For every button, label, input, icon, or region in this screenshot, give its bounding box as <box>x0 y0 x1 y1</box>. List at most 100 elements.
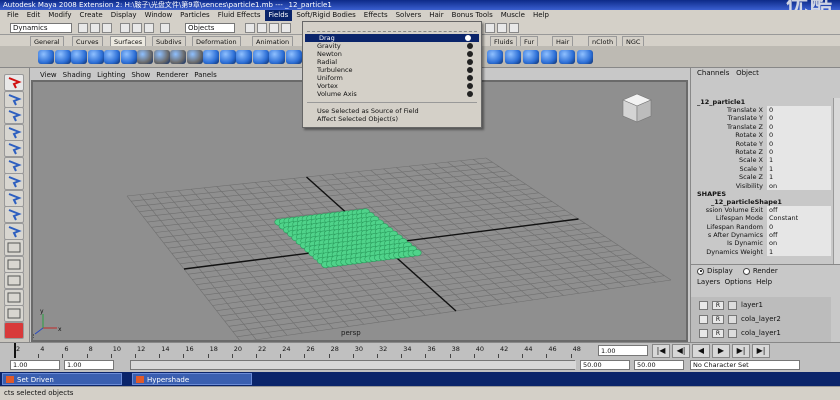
play-backward-button[interactable]: ▶ <box>712 344 730 358</box>
menu-item-volume-axis[interactable]: Volume Axis <box>303 90 481 98</box>
select-hierarchy-icon[interactable] <box>120 23 130 33</box>
shelf-square-icon[interactable] <box>153 50 170 64</box>
channel-value[interactable]: 0 <box>767 139 831 148</box>
shelf-pencil-curve-icon[interactable] <box>186 50 203 64</box>
last-tool-icon[interactable] <box>4 222 24 240</box>
shelf-tab-deformation[interactable]: Deformation <box>192 36 241 46</box>
menu-window[interactable]: Window <box>141 10 177 21</box>
snap-point-icon[interactable] <box>269 23 279 33</box>
step-back-key-button[interactable]: ◀| <box>672 344 690 358</box>
option-box-icon[interactable] <box>467 83 473 89</box>
layout-four-icon[interactable] <box>4 255 24 273</box>
layer-color-swatch[interactable] <box>728 300 737 310</box>
go-to-end-button[interactable]: ▶| <box>752 344 770 358</box>
save-scene-icon[interactable] <box>102 23 112 33</box>
shelf-tab-general[interactable]: General <box>30 36 64 46</box>
channel-value[interactable]: off <box>767 231 831 240</box>
menu-modify[interactable]: Modify <box>44 10 75 21</box>
option-box-icon[interactable] <box>467 51 473 57</box>
range-knob[interactable] <box>131 361 576 369</box>
channel-row[interactable]: Dynamics Weight 1 <box>691 247 831 257</box>
viewport-menu-show[interactable]: Show <box>128 70 153 80</box>
viewport-menu-view[interactable]: View <box>37 70 60 80</box>
channel-value[interactable]: 1 <box>767 247 831 257</box>
menu-soft-rigid-bodies[interactable]: Soft/Rigid Bodies <box>292 10 359 21</box>
help-menu[interactable]: Help <box>756 278 772 286</box>
go-to-start-button[interactable]: |◀ <box>652 344 670 358</box>
shelf-extrude-icon[interactable] <box>252 50 269 64</box>
menu-item-radial[interactable]: Radial <box>303 58 481 66</box>
menu-help[interactable]: Help <box>529 10 553 21</box>
range-bar[interactable] <box>130 360 576 370</box>
layer-render-toggle[interactable]: R <box>712 300 724 310</box>
render-frame-icon[interactable] <box>485 23 495 33</box>
tear-off-line[interactable] <box>307 24 477 32</box>
menu-fields[interactable]: Fields <box>264 10 293 21</box>
menu-item-drag[interactable]: Drag <box>305 34 479 42</box>
shelf-tab-animation[interactable]: Animation <box>252 36 294 46</box>
shelf-tab-fluids[interactable]: Fluids <box>490 36 517 46</box>
channel-value[interactable]: 0 <box>767 131 831 140</box>
viewport-menu-shading[interactable]: Shading <box>60 70 94 80</box>
shelf-plane-icon[interactable] <box>104 50 120 64</box>
ipr-render-icon[interactable] <box>497 23 507 33</box>
menu-item-use-selected-source[interactable]: Use Selected as Source of Field <box>303 107 481 115</box>
layout-single-icon[interactable] <box>4 239 24 256</box>
shelf-cone-icon[interactable] <box>87 50 104 64</box>
snap-grid-icon[interactable] <box>245 23 255 33</box>
viewport-menu-panels[interactable]: Panels <box>191 70 220 80</box>
start-time-field[interactable]: 1.00 <box>10 360 60 370</box>
shelf-sphere-icon[interactable] <box>38 50 54 64</box>
shelf-tab-hair[interactable]: Hair <box>552 36 574 46</box>
layer-visibility-toggle[interactable] <box>699 328 708 338</box>
channel-value[interactable]: Constant <box>767 214 831 223</box>
display-radio[interactable]: Display <box>697 267 733 275</box>
render-radio[interactable]: Render <box>742 267 778 275</box>
shelf-loft-icon[interactable] <box>219 50 236 64</box>
layer-color-swatch[interactable] <box>728 328 737 338</box>
shelf-tab-ngc[interactable]: NGC <box>622 36 645 46</box>
shelf-square-surface-icon[interactable] <box>487 50 503 64</box>
shelf-tab-subdivs[interactable]: Subdivs <box>152 36 186 46</box>
shelf-cylinder-icon[interactable] <box>71 50 87 64</box>
menu-fluid-effects[interactable]: Fluid Effects <box>214 10 265 21</box>
channel-row[interactable]: Rotate Z 0 <box>691 147 831 157</box>
shelf-planar-icon[interactable] <box>236 50 252 64</box>
layout-graph-icon[interactable] <box>4 305 24 322</box>
channel-value[interactable]: 1 <box>767 156 831 165</box>
layers-menu[interactable]: Layers <box>697 278 720 286</box>
shelf-tab-fur[interactable]: Fur <box>520 36 539 46</box>
step-back-frame-button[interactable]: ◀ <box>692 344 710 358</box>
menu-bonus-tools[interactable]: Bonus Tools <box>448 10 497 21</box>
time-slider[interactable]: 2 4 6 8 10 12 14 16 18 20 22 24 26 28 30 32 34 36 38 40 42 44… <box>0 342 840 359</box>
select-object-icon[interactable] <box>132 23 142 33</box>
channel-row[interactable]: Scale X 1 <box>691 156 831 165</box>
menu-set-dropdown[interactable]: Dynamics <box>10 23 72 33</box>
channel-value[interactable]: 1 <box>767 164 831 174</box>
playback-end-field[interactable]: 50.00 <box>580 360 630 370</box>
time-ruler[interactable]: 2 4 6 8 10 12 14 16 18 20 22 24 26 28 30 32 34 36 38 40 42 44… <box>14 343 594 359</box>
shelf-untrim-icon[interactable] <box>577 50 593 64</box>
layer-visibility-toggle[interactable] <box>699 300 708 310</box>
shelf-ep-curve-icon[interactable] <box>170 50 186 64</box>
task-set-driven[interactable]: Set Driven <box>2 373 122 385</box>
option-box-icon[interactable] <box>467 91 473 97</box>
option-box-icon[interactable] <box>467 59 473 65</box>
shelf-cube-icon[interactable] <box>54 50 71 64</box>
layer-row[interactable]: Rlayer1 <box>691 299 831 311</box>
select-component-icon[interactable] <box>144 23 154 33</box>
layer-row[interactable]: Rcola_layer2 <box>691 313 831 325</box>
render-icon-icon[interactable] <box>4 321 24 339</box>
shelf-circle-icon[interactable] <box>137 50 153 64</box>
move-tool-icon[interactable] <box>4 123 24 141</box>
menu-item-affect-selected[interactable]: Affect Selected Object(s) <box>303 115 481 123</box>
channels-menu[interactable]: Channels <box>697 69 729 77</box>
render-settings-icon[interactable] <box>509 23 519 33</box>
layer-visibility-toggle[interactable] <box>699 314 708 324</box>
select-tool-icon[interactable] <box>4 74 24 91</box>
menu-item-vortex[interactable]: Vortex <box>303 82 481 90</box>
channel-row[interactable]: Translate Y 0 <box>691 114 831 123</box>
menu-item-turbulence[interactable]: Turbulence <box>303 66 481 74</box>
selection-mask-field[interactable]: Objects <box>185 23 235 33</box>
menu-item-uniform[interactable]: Uniform <box>303 74 481 82</box>
